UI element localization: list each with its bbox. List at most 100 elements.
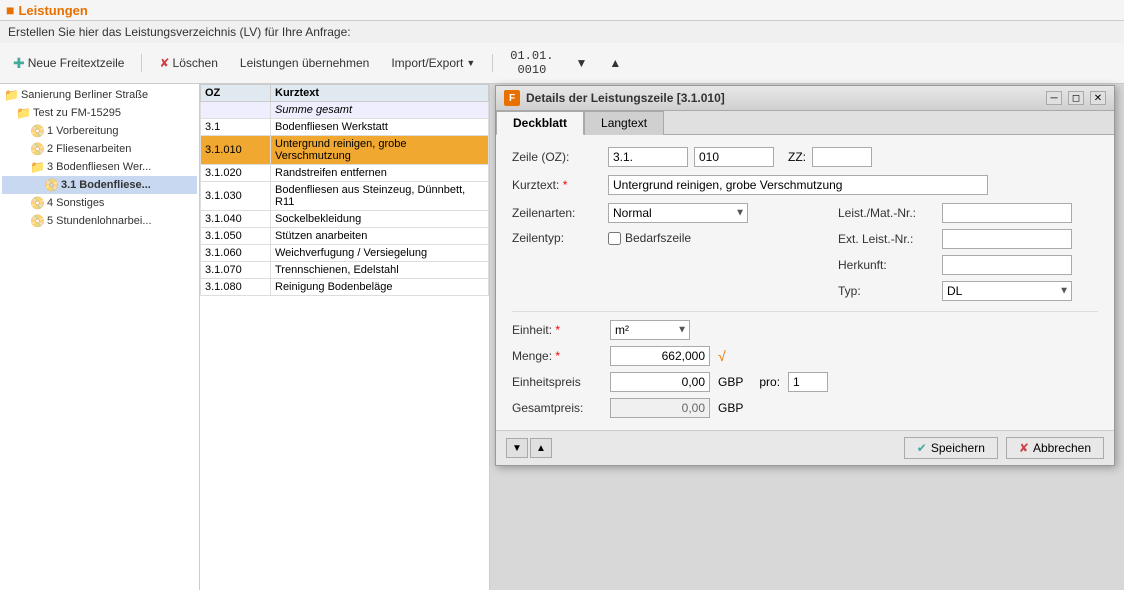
- x-icon: ✘: [1019, 441, 1029, 455]
- dialog-icon: F: [504, 90, 520, 106]
- cell-oz: 3.1.070: [201, 262, 271, 279]
- tree-panel: 📁 Sanierung Berliner Straße 📁 Test zu FM…: [0, 84, 200, 590]
- menge-row: Menge: √: [512, 346, 1098, 366]
- table-row-selected[interactable]: 3.1.010 Untergrund reinigen, grobe Versc…: [201, 136, 489, 165]
- einheit-select[interactable]: m² m St Psch: [610, 320, 690, 340]
- table-row[interactable]: 3.1.050 Stützen anarbeiten: [201, 228, 489, 245]
- toolbar-separator-2: [492, 54, 493, 72]
- folder-open-icon: 📁: [4, 88, 19, 102]
- grid-icon-button[interactable]: 01.01.0010: [503, 46, 560, 80]
- zeilentyp-label: Zeilentyp:: [512, 231, 602, 245]
- table-row[interactable]: 3.1.070 Trennschienen, Edelstahl: [201, 262, 489, 279]
- tree-item-stunden[interactable]: 📀 5 Stundenlohnarbei...: [2, 212, 197, 230]
- table-row[interactable]: 3.1.030 Bodenfliesen aus Steinzeug, Dünn…: [201, 182, 489, 211]
- leist-mat-row: Leist./Mat.-Nr.:: [838, 203, 1098, 223]
- app-title: Leistungen: [18, 3, 87, 18]
- pro-input[interactable]: [788, 372, 828, 392]
- transfer-button[interactable]: Leistungen übernehmen: [233, 53, 376, 73]
- down-arrow-button[interactable]: ▼: [569, 53, 595, 73]
- grid-icon: 01.01.0010: [510, 49, 553, 77]
- herkunft-input[interactable]: [942, 255, 1072, 275]
- cell-oz: 3.1.080: [201, 279, 271, 296]
- pro-label: pro:: [759, 375, 780, 389]
- folder-icon: 📀: [30, 214, 45, 228]
- tree-item-test[interactable]: 📁 Test zu FM-15295: [2, 104, 197, 122]
- zeile-input-1[interactable]: [608, 147, 688, 167]
- import-export-button[interactable]: Import/Export ▼: [384, 53, 482, 73]
- cell-kurztext: Sockelbekleidung: [271, 211, 489, 228]
- up-arrow-icon: ▲: [609, 56, 621, 70]
- calc-icon[interactable]: √: [718, 348, 726, 364]
- form-right: Leist./Mat.-Nr.: Ext. Leist.-Nr.: Herkun…: [838, 203, 1098, 307]
- dialog-close-button[interactable]: ✕: [1090, 91, 1106, 105]
- leist-mat-label: Leist./Mat.-Nr.:: [838, 206, 938, 220]
- delete-button[interactable]: ✘ Löschen: [152, 53, 224, 73]
- typ-select[interactable]: DL: [942, 281, 1072, 301]
- dropdown-arrow-icon: ▼: [466, 58, 475, 68]
- dialog-minimize-button[interactable]: ─: [1046, 91, 1062, 105]
- subtitle: Erstellen Sie hier das Leistungsverzeich…: [0, 21, 1124, 43]
- einheitspreis-label: Einheitspreis: [512, 375, 602, 389]
- toolbar: ✚ Neue Freitextzeile ✘ Löschen Leistunge…: [0, 43, 1124, 84]
- tab-deckblatt[interactable]: Deckblatt: [496, 111, 584, 135]
- tree-item-boden-31[interactable]: 📀 3.1 Bodenfliese...: [2, 176, 197, 194]
- cell-kurztext: Reinigung Bodenbeläge: [271, 279, 489, 296]
- delete-icon: ✘: [159, 56, 169, 70]
- table-row[interactable]: 3.1.040 Sockelbekleidung: [201, 211, 489, 228]
- cell-kurztext: Stützen anarbeiten: [271, 228, 489, 245]
- tree-item-label: 5 Stundenlohnarbei...: [47, 215, 152, 227]
- table-row[interactable]: 3.1.020 Randstreifen entfernen: [201, 165, 489, 182]
- table-row[interactable]: 3.1.080 Reinigung Bodenbeläge: [201, 279, 489, 296]
- kurztext-label: Kurztext:: [512, 178, 602, 192]
- kurztext-row: Kurztext:: [512, 175, 1098, 195]
- cell-kurztext: Untergrund reinigen, grobe Verschmutzung: [271, 136, 489, 165]
- checkmark-icon: ✔: [917, 441, 927, 455]
- folder-open-icon: 📁: [16, 106, 31, 120]
- cell-kurztext: Randstreifen entfernen: [271, 165, 489, 182]
- table-row[interactable]: Summe gesamt: [201, 102, 489, 119]
- new-freitextzeile-button[interactable]: ✚ Neue Freitextzeile: [6, 52, 131, 75]
- folder-icon: 📀: [30, 124, 45, 138]
- tree-item-vorbereitung[interactable]: 📀 1 Vorbereitung: [2, 122, 197, 140]
- tree-item-sanierung[interactable]: 📁 Sanierung Berliner Straße: [2, 86, 197, 104]
- dialog-footer: ▼ ▲ ✔ Speichern ✘ Abbrechen: [496, 430, 1114, 465]
- einheit-select-wrapper: m² m St Psch ▼: [610, 320, 690, 340]
- tree-item-label: 3.1 Bodenfliese...: [61, 179, 151, 191]
- dialog-maximize-button[interactable]: ◻: [1068, 91, 1084, 105]
- folder-icon: 📀: [30, 142, 45, 156]
- tree-item-sonstiges[interactable]: 📀 4 Sonstiges: [2, 194, 197, 212]
- cell-oz: [201, 102, 271, 119]
- menge-input[interactable]: [610, 346, 710, 366]
- nav-down-button[interactable]: ▼: [506, 438, 528, 458]
- tree-item-boden-wer[interactable]: 📁 3 Bodenfliesen Wer...: [2, 158, 197, 176]
- zz-label: ZZ:: [788, 150, 806, 164]
- table-row[interactable]: 3.1.060 Weichverfugung / Versiegelung: [201, 245, 489, 262]
- nav-up-button[interactable]: ▲: [530, 438, 552, 458]
- tree-item-label: 2 Fliesenarbeiten: [47, 143, 131, 155]
- form-left: Zeilenarten: Normal Alternativ Eventual …: [512, 203, 818, 307]
- einheitspreis-input[interactable]: [610, 372, 710, 392]
- dialog-title: Details der Leistungszeile [3.1.010]: [526, 91, 1040, 105]
- zz-input[interactable]: [812, 147, 872, 167]
- gesamtpreis-label: Gesamtpreis:: [512, 401, 602, 415]
- typ-label: Typ:: [838, 284, 938, 298]
- leist-mat-input[interactable]: [942, 203, 1072, 223]
- herkunft-label: Herkunft:: [838, 258, 938, 272]
- typ-select-wrapper: DL ▼: [942, 281, 1072, 301]
- tab-langtext[interactable]: Langtext: [584, 111, 664, 135]
- table-panel: OZ Kurztext Summe gesamt 3.1 Bodenfliese…: [200, 84, 490, 590]
- cancel-button[interactable]: ✘ Abbrechen: [1006, 437, 1104, 459]
- zeilenarten-select[interactable]: Normal Alternativ Eventual: [608, 203, 748, 223]
- bedarfszeile-checkbox[interactable]: [608, 232, 621, 245]
- table-row[interactable]: 3.1 Bodenfliesen Werkstatt: [201, 119, 489, 136]
- zeile-label: Zeile (OZ):: [512, 150, 602, 164]
- save-button[interactable]: ✔ Speichern: [904, 437, 998, 459]
- tree-item-fliesen[interactable]: 📀 2 Fliesenarbeiten: [2, 140, 197, 158]
- ext-leist-input[interactable]: [942, 229, 1072, 249]
- up-arrow-button[interactable]: ▲: [602, 53, 628, 73]
- form-section: Zeilenarten: Normal Alternativ Eventual …: [512, 203, 1098, 307]
- col-oz: OZ: [201, 85, 271, 102]
- kurztext-input[interactable]: [608, 175, 988, 195]
- tree-item-label: 1 Vorbereitung: [47, 125, 119, 137]
- zeile-input-2[interactable]: [694, 147, 774, 167]
